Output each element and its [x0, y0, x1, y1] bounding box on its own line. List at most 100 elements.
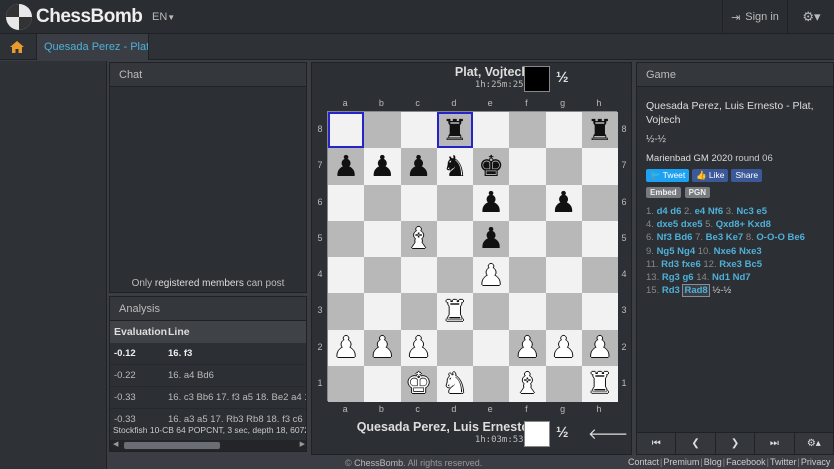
black-rook-icon[interactable]: ♜ — [587, 115, 613, 145]
square-c5[interactable]: ♝ — [400, 220, 437, 257]
square-g4[interactable] — [545, 257, 582, 294]
footer-link-privacy[interactable]: Privacy — [801, 457, 831, 467]
square-e1[interactable] — [473, 365, 510, 402]
white-pawn-icon[interactable]: ♟ — [587, 333, 613, 362]
move[interactable]: Nxe3 — [739, 246, 762, 257]
white-pawn-icon[interactable]: ♟ — [478, 260, 504, 290]
square-f6[interactable] — [509, 184, 546, 221]
first-move-button[interactable]: ⏮ — [637, 433, 677, 454]
square-h3[interactable] — [581, 293, 618, 330]
square-a2[interactable]: ♟ — [328, 329, 365, 366]
white-pawn-icon[interactable]: ♟ — [514, 333, 540, 362]
square-h4[interactable] — [581, 257, 618, 294]
white-king-icon[interactable]: ♚ — [406, 369, 432, 398]
move[interactable]: Qxd8+ — [716, 219, 745, 230]
move[interactable]: Rg3 — [662, 272, 680, 283]
move[interactable]: Bc5 — [745, 259, 762, 270]
square-g1[interactable] — [545, 365, 582, 402]
language-selector[interactable]: EN▼ — [152, 11, 175, 23]
board-settings-button[interactable]: ⚙▴ — [794, 433, 834, 454]
white-pawn-icon[interactable]: ♟ — [369, 333, 395, 362]
move[interactable]: d4 — [657, 206, 668, 217]
logo[interactable]: ChessBomb — [6, 4, 143, 30]
white-bishop-icon[interactable]: ♝ — [406, 224, 432, 253]
square-a7[interactable]: ♟ — [328, 148, 365, 185]
move[interactable]: Ng5 — [657, 246, 675, 257]
square-g2[interactable]: ♟ — [545, 329, 582, 366]
square-a4[interactable] — [328, 257, 365, 294]
move[interactable]: Nf6 — [708, 206, 723, 217]
square-e2[interactable] — [473, 329, 510, 366]
square-d8[interactable]: ♜ — [436, 112, 473, 149]
white-pawn-icon[interactable]: ♟ — [406, 333, 432, 362]
move[interactable]: Kxd8 — [748, 219, 771, 230]
move[interactable]: Ke7 — [726, 232, 743, 243]
square-a6[interactable] — [328, 184, 365, 221]
home-tab[interactable] — [0, 34, 34, 60]
square-g6[interactable]: ♟ — [545, 184, 582, 221]
square-d6[interactable] — [436, 184, 473, 221]
tweet-button[interactable]: 🐦 Tweet — [646, 169, 690, 182]
move[interactable]: Nc3 — [736, 206, 753, 217]
white-rook-icon[interactable]: ♜ — [587, 369, 613, 398]
square-c6[interactable] — [400, 184, 437, 221]
square-g7[interactable] — [545, 148, 582, 185]
square-b8[interactable] — [364, 112, 401, 149]
footer-link-twitter[interactable]: Twitter — [770, 457, 797, 467]
move[interactable]: Nf3 — [657, 232, 672, 243]
square-a5[interactable] — [328, 220, 365, 257]
square-c8[interactable] — [400, 112, 437, 149]
square-b6[interactable] — [364, 184, 401, 221]
square-g5[interactable] — [545, 220, 582, 257]
sign-in-button[interactable]: ⇥ Sign in — [722, 0, 788, 34]
move[interactable]: O-O-O — [756, 232, 785, 243]
tab-game[interactable]: Quesada Perez - Plat ✖ — [36, 34, 149, 60]
square-f7[interactable] — [509, 148, 546, 185]
square-f8[interactable] — [509, 112, 546, 149]
move[interactable]: Rd3 — [662, 285, 680, 296]
square-c2[interactable]: ♟ — [400, 329, 437, 366]
move[interactable]: e5 — [756, 206, 767, 217]
square-a3[interactable] — [328, 293, 365, 330]
last-move-button[interactable]: ⏭ — [755, 433, 795, 454]
previous-move-button[interactable]: ❮ — [676, 433, 716, 454]
square-h7[interactable] — [581, 148, 618, 185]
square-d3[interactable]: ♜ — [436, 293, 473, 330]
move[interactable]: Bd6 — [675, 232, 693, 243]
analysis-horizontal-scrollbar[interactable]: ◀ ▶ — [110, 440, 306, 451]
black-pawn-icon[interactable]: ♟ — [551, 188, 577, 217]
move[interactable]: e4 — [695, 206, 706, 217]
square-d7[interactable]: ♞ — [436, 148, 473, 185]
black-king-icon[interactable]: ♚ — [478, 151, 504, 181]
move[interactable]: Ng4 — [677, 246, 695, 257]
move[interactable]: Nxe6 — [714, 246, 737, 257]
chessboard[interactable]: ♜ ♜ ♟ ♟ ♟ ♞ ♚ ♟ ♟ ♝ ♟ ♟ ♜ ♟ ♟ ♟ ♟ ♟ ♟ ♚ ♞ ♝ ♜ — [327, 111, 618, 402]
black-pawn-icon[interactable]: ♟ — [406, 151, 432, 181]
settings-menu-button[interactable]: ⚙▾ — [789, 0, 834, 34]
white-bishop-icon[interactable]: ♝ — [514, 369, 540, 398]
square-g8[interactable] — [545, 112, 582, 149]
move[interactable]: fxe6 — [682, 259, 701, 270]
square-f1[interactable]: ♝ — [509, 365, 546, 402]
scroll-left-icon[interactable]: ◀ — [113, 440, 118, 448]
black-pawn-icon[interactable]: ♟ — [478, 188, 504, 217]
analysis-row[interactable]: -0.33 16. c3 Bb6 17. f3 a5 18. Be2 a4 1 — [110, 387, 306, 409]
move[interactable]: Be6 — [788, 232, 805, 243]
footer-link-facebook[interactable]: Facebook — [726, 457, 766, 467]
share-button[interactable]: Share — [731, 169, 763, 182]
square-e6[interactable]: ♟ — [473, 184, 510, 221]
square-f5[interactable] — [509, 220, 546, 257]
footer-link-premium[interactable]: Premium — [663, 457, 699, 467]
square-b7[interactable]: ♟ — [364, 148, 401, 185]
analysis-row[interactable]: -0.22 16. a4 Bd6 — [110, 365, 306, 387]
white-pawn-icon[interactable]: ♟ — [551, 333, 577, 362]
event-name[interactable]: Marienbad GM 2020 — [646, 153, 733, 164]
square-b2[interactable]: ♟ — [364, 329, 401, 366]
black-pawn-icon[interactable]: ♟ — [333, 151, 359, 181]
move[interactable]: Be3 — [706, 232, 723, 243]
square-d4[interactable] — [436, 257, 473, 294]
square-h1[interactable]: ♜ — [581, 365, 618, 402]
square-g3[interactable] — [545, 293, 582, 330]
square-d1[interactable]: ♞ — [436, 365, 473, 402]
square-f4[interactable] — [509, 257, 546, 294]
